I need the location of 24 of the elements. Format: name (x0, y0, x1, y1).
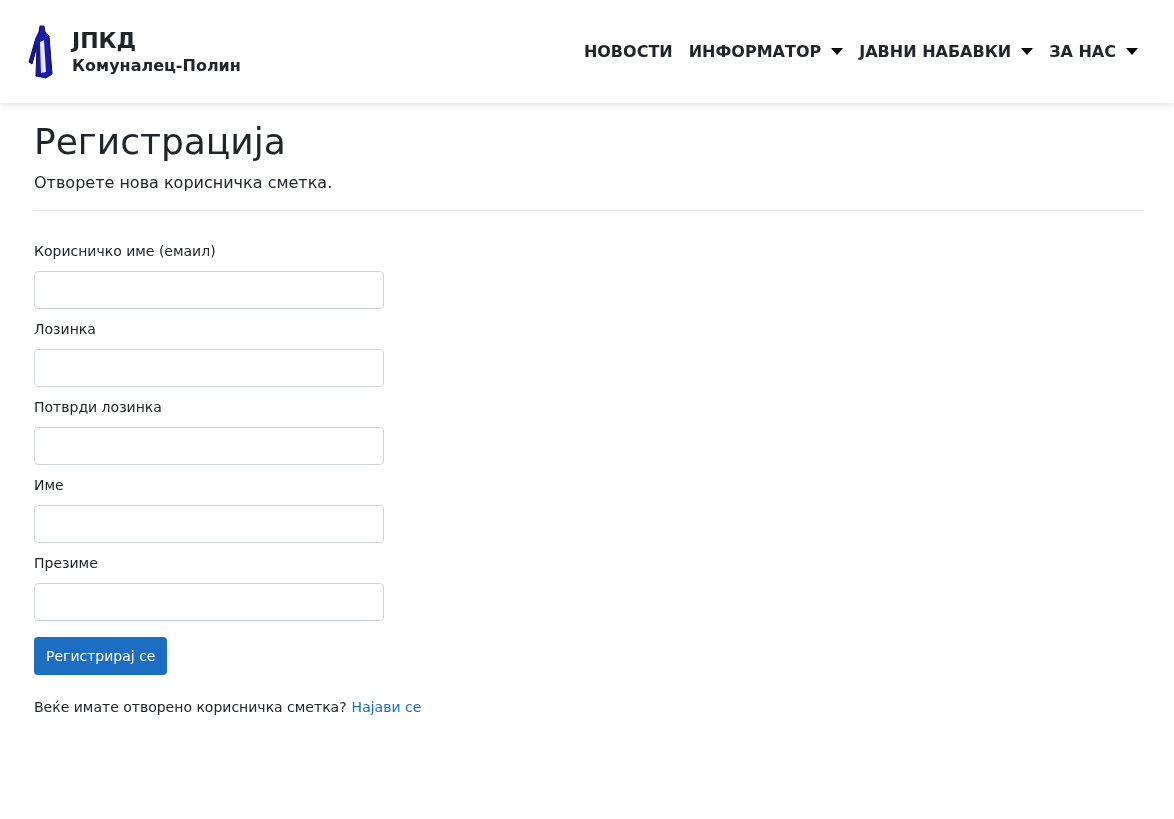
input-field[interactable] (34, 427, 384, 465)
input-field[interactable] (34, 505, 384, 543)
input-field[interactable] (34, 271, 384, 309)
field-label: Потврди лозинка (34, 398, 163, 417)
nav-link[interactable]: ЈАВНИ НАБАВКИ (859, 39, 1034, 64)
page-heading: Регистрација (34, 120, 287, 164)
login-link[interactable]: Најави се (351, 697, 422, 718)
caret-down-icon (1021, 48, 1034, 55)
input-field[interactable] (34, 583, 384, 621)
caret-down-icon (831, 48, 844, 55)
brand-subtitle[interactable]: Комуналец-Полин (72, 54, 241, 77)
nav-link[interactable]: ИНФОРМАТОР (688, 39, 844, 64)
field-label: Презиме (34, 554, 99, 573)
field-label: Корисничко име (емаил) (34, 242, 217, 261)
register-button[interactable]: Регистрирај се (34, 637, 168, 675)
field-label: Име (34, 476, 65, 495)
nav-link[interactable]: НОВОСТИ (583, 39, 673, 64)
nav-link[interactable]: ЗА НАС (1049, 39, 1138, 64)
field-label: Лозинка (34, 320, 97, 339)
input-field[interactable] (34, 349, 384, 387)
page-subheading: Отворете нова корисничка сметка. (34, 172, 334, 194)
caret-down-icon (1126, 48, 1138, 55)
login-prompt-text: Веќе имате отворено корисничка сметка? (34, 698, 347, 717)
brand-title[interactable]: ЈПКД (72, 26, 241, 55)
